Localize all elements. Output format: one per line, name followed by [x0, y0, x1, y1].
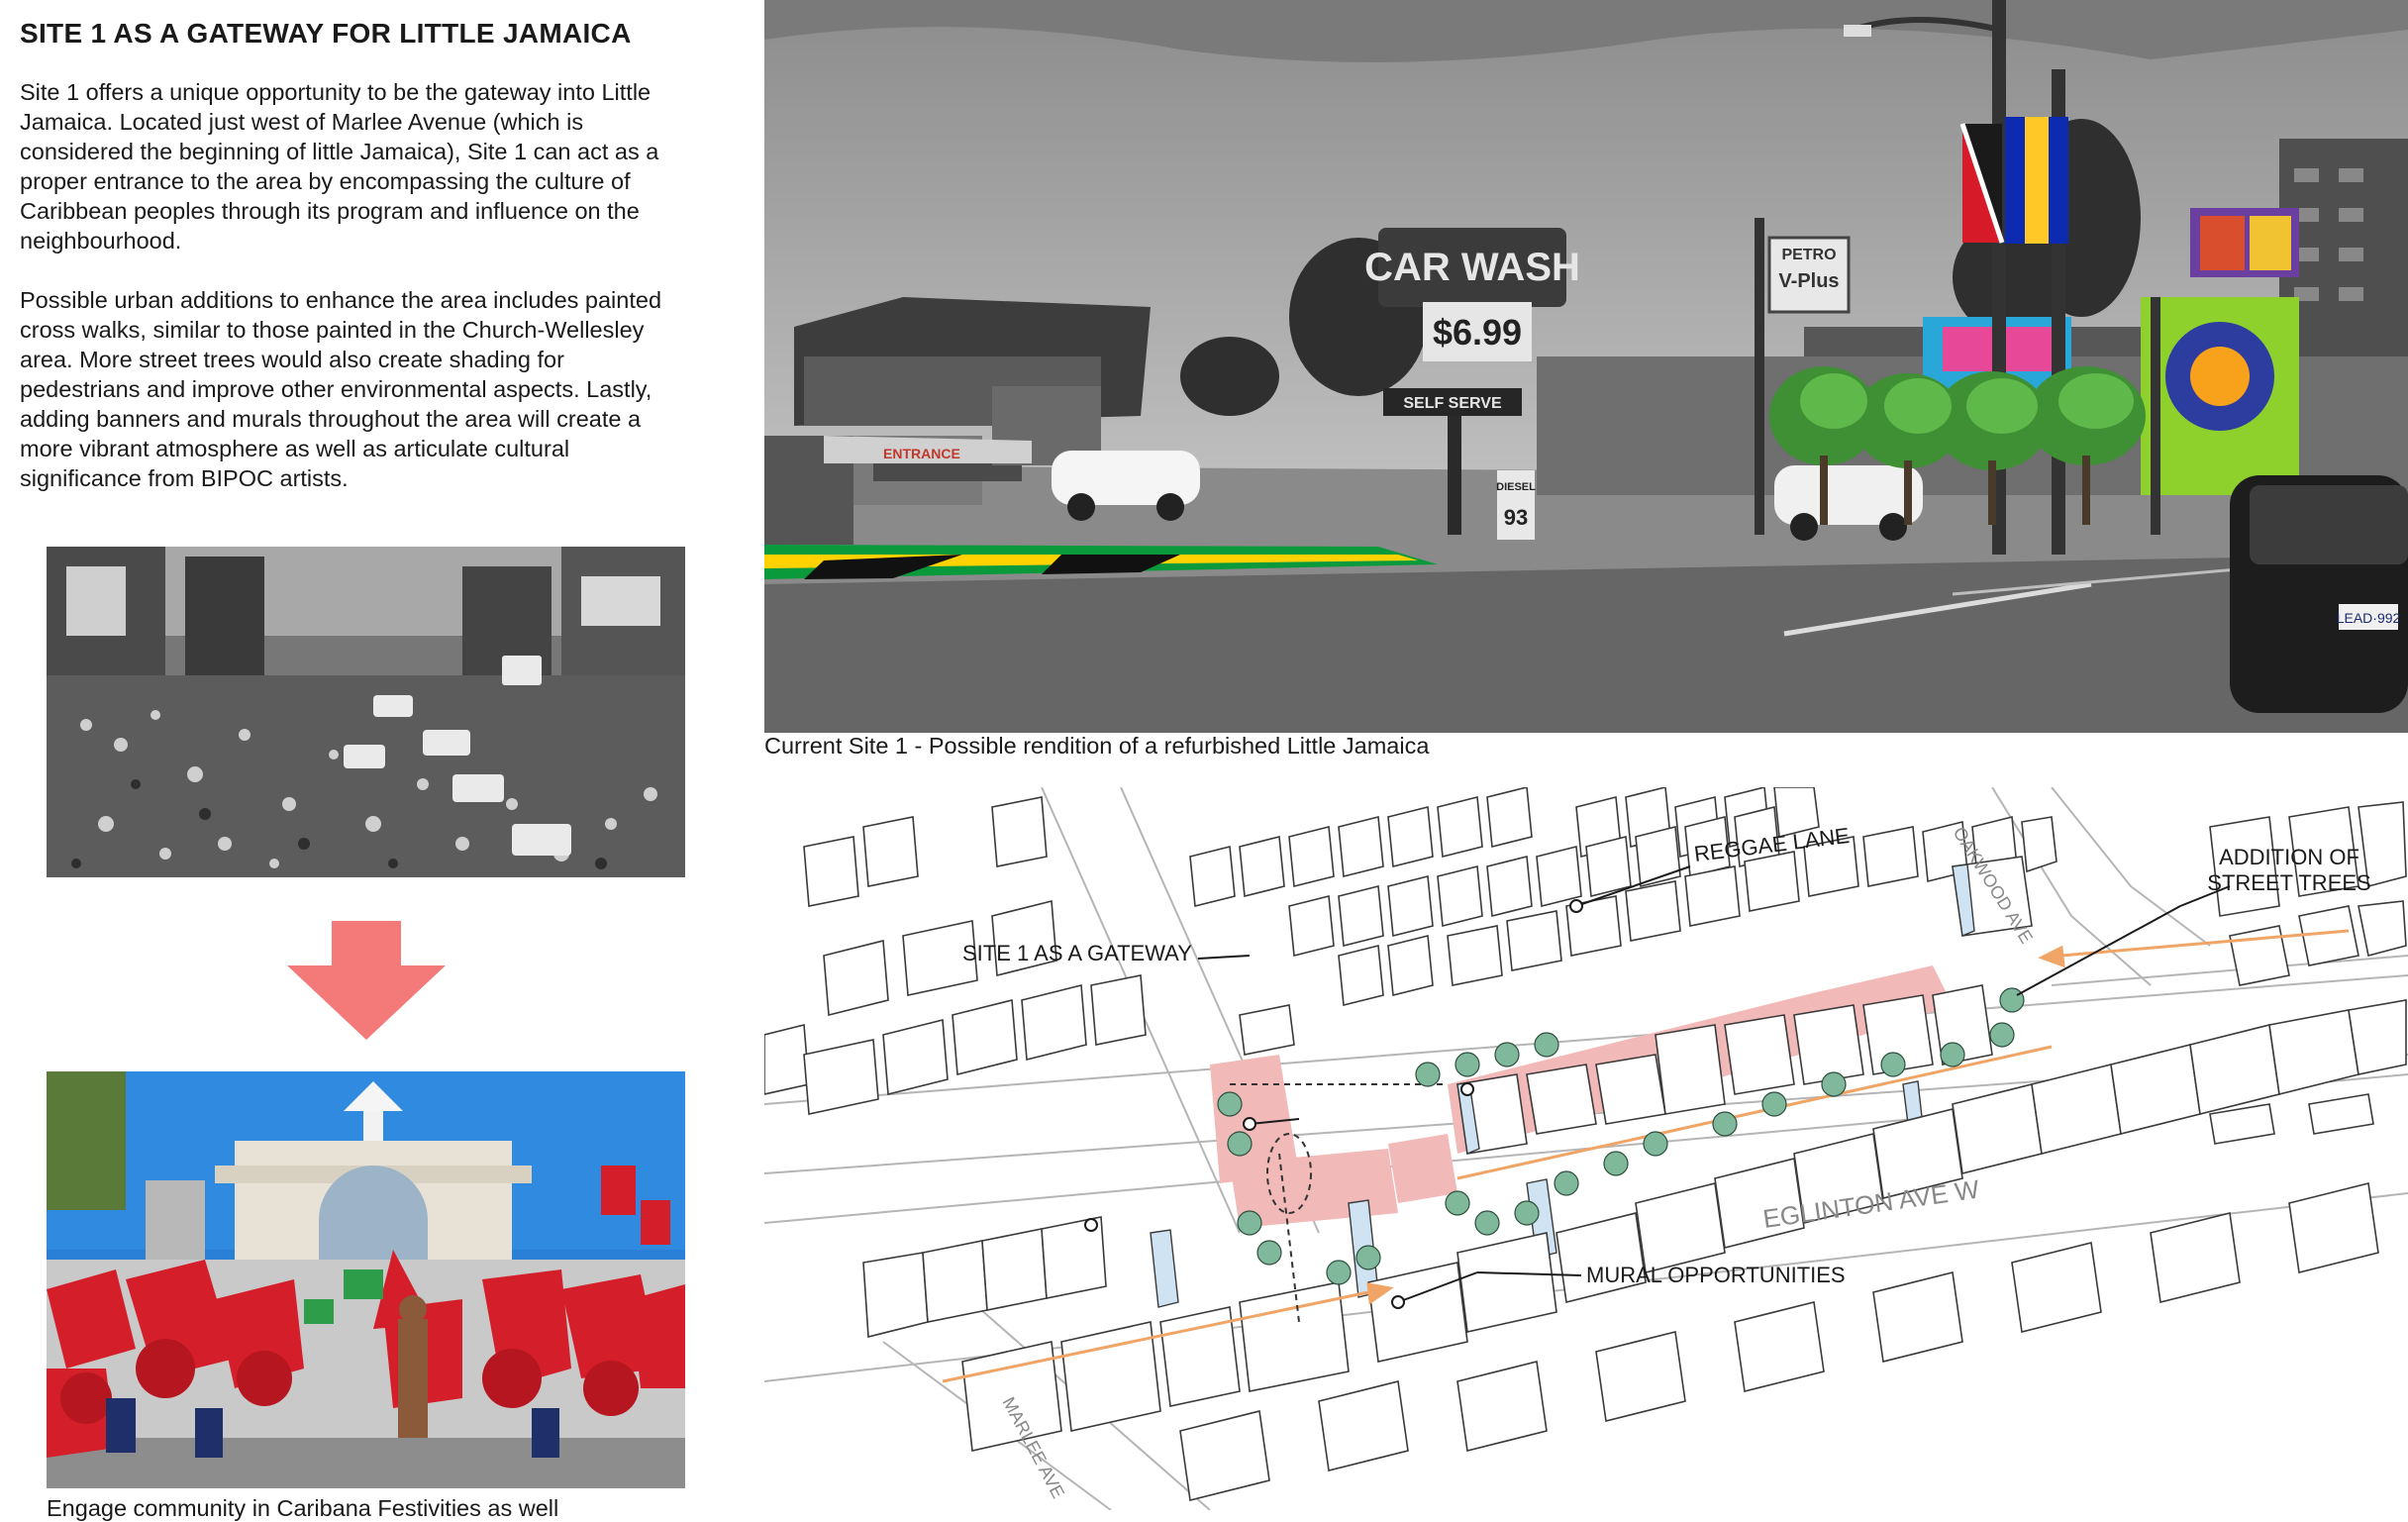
- self-serve-sign: SELF SERVE: [1403, 395, 1502, 412]
- diesel-price: 93: [1504, 505, 1528, 530]
- street-rendition-photo: CAR WASH $6.99 SELF SERVE ENTRANCE PETRO…: [764, 0, 2408, 733]
- entrance-sign: ENTRANCE: [883, 446, 960, 461]
- price-sign: $6.99: [1433, 312, 1522, 353]
- car-wash-sign: CAR WASH: [1364, 246, 1580, 289]
- site-axonometric-map: REGGAE LANE ADDITION OF STREET TREES SIT…: [763, 785, 2408, 1511]
- archive-parade-photo: [47, 547, 685, 877]
- street-caption: Current Site 1 - Possible rendition of a…: [764, 733, 1430, 759]
- petro-sign: PETRO: [1781, 247, 1836, 263]
- mural-opportunities-label: MURAL OPPORTUNITIES: [1586, 1263, 1846, 1287]
- street-trees-label-line2: STREET TREES: [2207, 870, 2370, 895]
- vplus-sign: V-Plus: [1778, 270, 1839, 292]
- diesel-sign: DIESEL: [1496, 481, 1536, 493]
- down-arrow-icon: [287, 921, 446, 1040]
- intro-paragraph: Site 1 offers a unique opportunity to be…: [20, 79, 659, 254]
- street-trees-label-line1: ADDITION OF: [2219, 845, 2359, 869]
- carnival-caption: Engage community in Caribana Festivities…: [47, 1495, 559, 1521]
- additions-paragraph: Possible urban additions to enhance the …: [20, 287, 662, 491]
- license-plate: LEAD·992: [2337, 610, 2401, 626]
- site-gateway-label: SITE 1 AS A GATEWAY: [962, 941, 1192, 965]
- caribana-carnival-photo: [47, 1071, 685, 1488]
- page-title: SITE 1 AS A GATEWAY FOR LITTLE JAMAICA: [20, 18, 632, 49]
